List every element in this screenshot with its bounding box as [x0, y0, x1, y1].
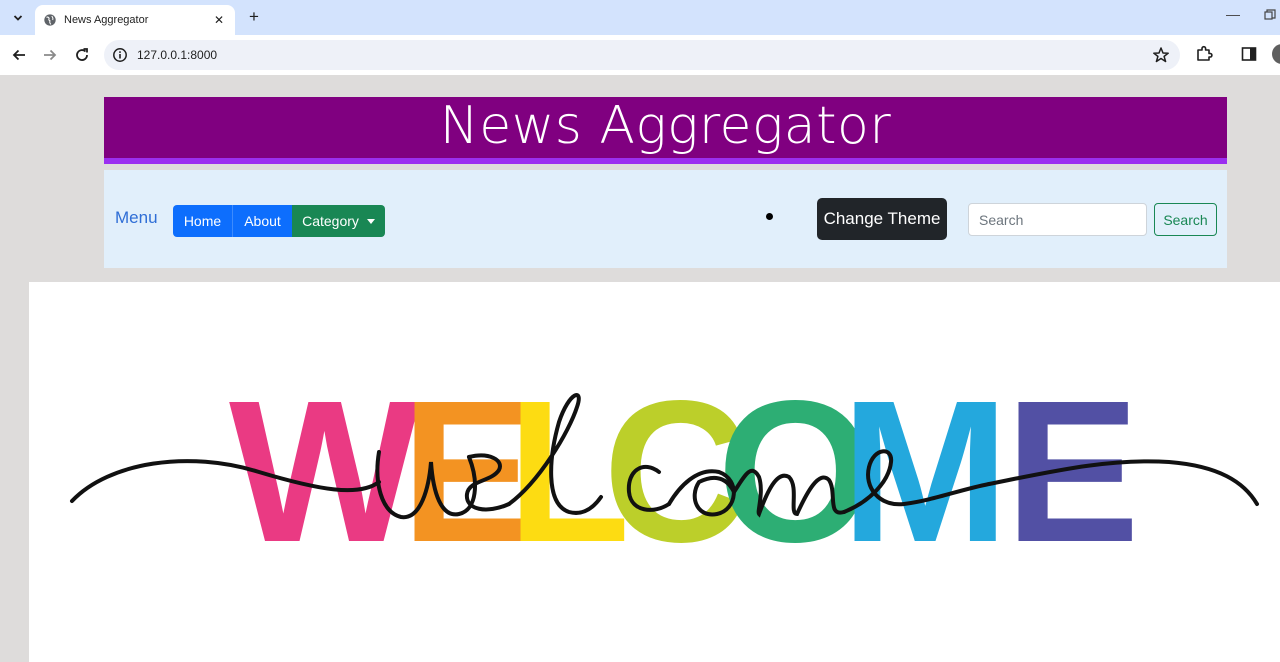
welcome-letter-e2: E: [1005, 358, 1134, 584]
profile-avatar-icon[interactable]: [1272, 44, 1280, 64]
search-button[interactable]: Search: [1154, 203, 1217, 236]
info-icon[interactable]: [112, 47, 128, 63]
category-dropdown-button[interactable]: Category: [292, 205, 385, 237]
chevron-down-icon: [13, 15, 23, 21]
forward-button[interactable]: [38, 43, 62, 67]
new-tab-button[interactable]: +: [244, 7, 264, 27]
restore-window-icon[interactable]: [1264, 9, 1276, 21]
minimize-icon[interactable]: —: [1224, 6, 1242, 26]
navbar: Menu Home About Category Change Theme Se…: [104, 170, 1227, 268]
tab-search-button[interactable]: [6, 6, 30, 30]
main-content: W E L C O M E: [29, 282, 1280, 662]
site-header: News Aggregator: [104, 95, 1227, 164]
globe-icon: [44, 14, 56, 26]
bookmark-star-icon[interactable]: [1152, 46, 1170, 64]
page-viewport: News Aggregator Menu Home About Category…: [0, 75, 1280, 662]
reload-icon: [76, 48, 88, 61]
caret-down-icon: [366, 218, 375, 224]
site-title: News Aggregator: [439, 95, 892, 156]
change-theme-button[interactable]: Change Theme: [817, 198, 947, 240]
bullet-dot: [766, 213, 773, 220]
address-bar[interactable]: 127.0.0.1:8000: [104, 40, 1180, 70]
welcome-letter-m: M: [841, 358, 1003, 584]
arrow-right-icon: [44, 49, 57, 61]
category-label: Category: [302, 213, 359, 229]
reload-button[interactable]: [70, 43, 94, 67]
browser-tab[interactable]: News Aggregator ✕: [35, 5, 235, 35]
browser-tabstrip: News Aggregator ✕ + —: [0, 0, 1280, 35]
search-input[interactable]: [968, 203, 1147, 236]
close-icon[interactable]: ✕: [211, 13, 227, 27]
about-button[interactable]: About: [232, 205, 292, 237]
arrow-left-icon: [12, 49, 25, 61]
browser-toolbar: 127.0.0.1:8000: [0, 35, 1280, 75]
tab-title: News Aggregator: [64, 14, 149, 26]
home-button[interactable]: Home: [173, 205, 232, 237]
side-panel-icon[interactable]: [1241, 46, 1257, 62]
navbar-brand-menu[interactable]: Menu: [115, 208, 158, 228]
url-text: 127.0.0.1:8000: [137, 48, 218, 62]
extensions-puzzle-icon[interactable]: [1194, 44, 1214, 64]
back-button[interactable]: [7, 43, 31, 67]
welcome-banner-image: W E L C O M E: [70, 358, 1259, 584]
